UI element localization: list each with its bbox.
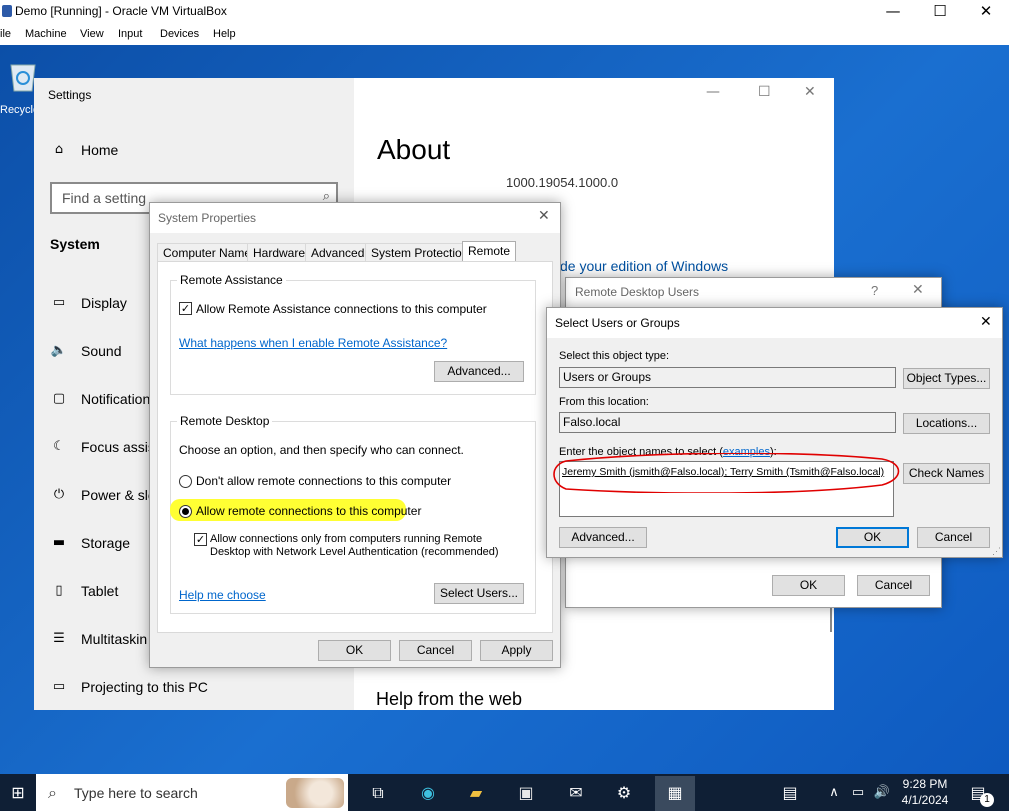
allow-remote-assistance-label: Allow Remote Assistance connections to t… (196, 302, 487, 316)
clock-date: 4/1/2024 (901, 793, 949, 807)
power-icon: ⏻ (53, 487, 65, 502)
projecting-icon: ▭ (52, 679, 66, 694)
check-names-button[interactable]: Check Names (903, 463, 990, 484)
dialog-title: Select Users or Groups (555, 316, 680, 330)
clock[interactable]: 9:28 PM 4/1/2024 (895, 776, 955, 808)
location-field: Falso.local (559, 412, 896, 433)
menu-devices[interactable]: Devices (160, 28, 199, 40)
display-icon: ▭ (52, 295, 66, 310)
virtualbox-titlebar: Demo [Running] - Oracle VM VirtualBox — … (0, 0, 1009, 24)
cancel-button[interactable]: Cancel (857, 575, 930, 596)
dont-allow-label: Don't allow remote connections to this c… (196, 474, 452, 488)
virtualbox-icon (2, 5, 12, 17)
close-button[interactable]: ✕ (912, 282, 924, 298)
tab-computer-name[interactable]: Computer Name (157, 243, 258, 263)
task-view-icon[interactable]: ⧉ (366, 781, 390, 805)
settings-minimize-button[interactable]: — (706, 84, 720, 100)
network-icon[interactable]: ▭ (846, 781, 870, 805)
ok-button[interactable]: OK (318, 640, 391, 661)
menu-machine[interactable]: Machine (25, 28, 67, 40)
tab-hardware[interactable]: Hardware (247, 243, 312, 263)
upgrade-edition-link[interactable]: de your edition of Windows (560, 258, 728, 274)
sound-icon: 🔈 (50, 343, 68, 358)
close-button[interactable]: ✕ (963, 0, 1009, 24)
settings-close-button[interactable]: ✕ (804, 84, 816, 100)
close-button[interactable]: ✕ (538, 208, 550, 224)
storage-icon: ▬ (52, 535, 66, 550)
close-button[interactable]: ✕ (980, 314, 992, 330)
tab-remote[interactable]: Remote (462, 241, 517, 263)
system-properties-taskbar-icon[interactable]: ▦ (663, 781, 687, 805)
menu-help[interactable]: Help (213, 28, 236, 40)
file-explorer-icon[interactable]: ▰ (464, 781, 488, 805)
remote-assistance-help-link[interactable]: What happens when I enable Remote Assist… (179, 336, 447, 350)
remote-desktop-intro: Choose an option, and then specify who c… (179, 443, 464, 457)
os-build-value: 1000.19054.1000.0 (506, 175, 619, 190)
remote-tab-panel: Remote Assistance ✓ Allow Remote Assista… (157, 261, 553, 633)
taskbar-search-box[interactable]: ⌕ Type here to search (36, 774, 348, 811)
focus-assist-icon: ☾ (53, 439, 65, 454)
home-icon: ⌂ (54, 142, 64, 157)
dialog-title: Remote Desktop Users (575, 285, 700, 299)
object-type-label: Select this object type: (559, 350, 670, 362)
object-types-button[interactable]: Object Types... (903, 368, 990, 389)
location-label: From this location: (559, 396, 649, 408)
start-button[interactable]: ⊞ (6, 781, 30, 805)
red-circle-annotation (553, 453, 900, 493)
tablet-icon: ▯ (55, 583, 63, 598)
nla-label-line1: Allow connections only from computers ru… (210, 533, 483, 545)
clock-time: 9:28 PM (902, 777, 948, 791)
tray-chevron-icon[interactable]: ∧ (822, 781, 846, 805)
menu-file[interactable]: ile (0, 28, 11, 40)
apply-button[interactable]: Apply (480, 640, 553, 661)
settings-maximize-button[interactable]: ☐ (758, 84, 771, 100)
select-users-button[interactable]: Select Users... (434, 583, 524, 604)
cancel-button[interactable]: Cancel (399, 640, 472, 661)
ok-button[interactable]: OK (836, 527, 909, 548)
search-highlight-image (286, 778, 344, 808)
nla-checkbox[interactable]: ✓ (194, 533, 207, 546)
volume-icon[interactable]: 🔊 (870, 781, 894, 805)
mail-icon[interactable]: ✉ (564, 781, 588, 805)
nav-home[interactable]: ⌂ Home (50, 140, 250, 164)
advanced-button[interactable]: Advanced... (434, 361, 524, 382)
news-widget-icon[interactable]: ▤ (778, 781, 802, 805)
maximize-button[interactable]: ☐ (917, 0, 963, 24)
help-heading: Help from the web (376, 689, 523, 709)
window-title: Demo [Running] - Oracle VM VirtualBox (15, 4, 227, 18)
object-type-field: Users or Groups (559, 367, 896, 388)
section-heading: System (50, 236, 100, 252)
settings-title: Settings (48, 88, 92, 102)
cancel-button[interactable]: Cancel (917, 527, 990, 548)
locations-button[interactable]: Locations... (903, 413, 990, 434)
allow-remote-assistance-checkbox[interactable]: ✓ (179, 302, 192, 315)
help-button[interactable]: ? (871, 283, 878, 298)
menu-input[interactable]: Input (118, 28, 142, 40)
nav-projecting[interactable]: ▭ Projecting to this PC (50, 677, 310, 701)
nla-label-line2: Desktop with Network Level Authenticatio… (210, 546, 499, 558)
system-properties-dialog: System Properties ✕ Computer Name Hardwa… (149, 202, 561, 668)
tab-advanced[interactable]: Advanced (305, 243, 371, 263)
ok-button[interactable]: OK (772, 575, 845, 596)
select-users-dialog: Select Users or Groups ✕ Select this obj… (546, 307, 1003, 558)
tab-system-protection[interactable]: System Protection (365, 243, 475, 263)
notification-badge: 1 (980, 793, 994, 807)
store-icon[interactable]: ▣ (514, 781, 538, 805)
advanced-button[interactable]: Advanced... (559, 527, 647, 548)
allow-remote-radio[interactable] (179, 505, 192, 518)
search-icon: ⌕ (48, 783, 57, 802)
allow-remote-label: Allow remote connections to this compute… (196, 504, 422, 518)
menu-view[interactable]: View (80, 28, 104, 40)
minimize-button[interactable]: — (870, 0, 916, 24)
virtualbox-menubar: ile Machine View Input Devices Help (0, 24, 1009, 45)
edge-browser-icon[interactable]: ◉ (416, 781, 440, 805)
dialog-title: System Properties (158, 211, 257, 225)
settings-gear-icon[interactable]: ⚙ (612, 781, 636, 805)
resize-grip[interactable]: ⋰ (992, 546, 1001, 557)
page-title: About (377, 134, 451, 165)
help-me-choose-link[interactable]: Help me choose (179, 588, 266, 602)
dont-allow-radio[interactable] (179, 475, 192, 488)
multitasking-icon: ☰ (53, 631, 65, 646)
notification-icon: ▢ (52, 391, 66, 406)
